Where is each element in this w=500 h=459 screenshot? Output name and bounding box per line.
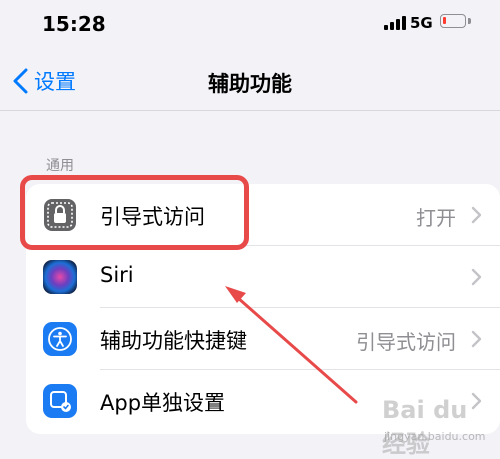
section-header: 通用 xyxy=(46,158,74,174)
chevron-right-icon xyxy=(471,330,482,348)
highlight-box xyxy=(20,175,249,250)
navigation-bar: 辅助功能 设置 xyxy=(0,50,500,111)
row-siri[interactable]: Siri xyxy=(26,246,500,308)
accessibility-icon xyxy=(43,322,77,356)
watermark-logo: Bai du 经验 jingyan.baidu.com xyxy=(378,394,496,458)
row-accessibility-shortcut[interactable]: 辅助功能快捷键 引导式访问 xyxy=(26,308,500,370)
row-label: App单独设置 xyxy=(100,391,226,415)
row-value: 打开 xyxy=(416,206,456,230)
network-type: 5G xyxy=(410,14,433,32)
row-value: 引导式访问 xyxy=(356,330,456,354)
signal-icon xyxy=(384,16,406,30)
row-label: 辅助功能快捷键 xyxy=(100,329,247,353)
status-time: 15:28 xyxy=(42,12,106,36)
back-label: 设置 xyxy=(34,70,76,94)
back-button[interactable]: 设置 xyxy=(12,64,76,98)
siri-icon xyxy=(43,260,77,294)
chevron-right-icon xyxy=(471,206,482,224)
row-label: Siri xyxy=(100,263,134,287)
status-bar: 15:28 5G xyxy=(0,0,500,50)
app-settings-icon xyxy=(43,384,77,418)
chevron-right-icon xyxy=(471,268,482,286)
battery-icon xyxy=(440,14,466,28)
chevron-left-icon xyxy=(13,68,28,94)
watermark-text: Bai du 经验 xyxy=(382,396,468,458)
watermark-url: jingyan.baidu.com xyxy=(384,430,486,443)
